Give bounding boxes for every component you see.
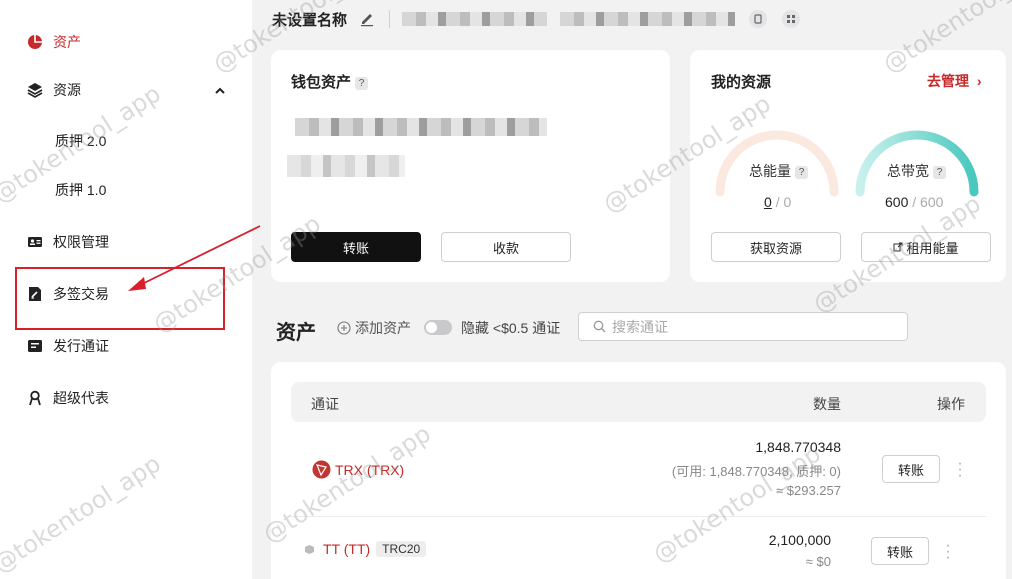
token-amount: 2,100,000 <box>768 532 831 548</box>
search-icon <box>593 320 606 333</box>
col-amount: 数量 <box>813 396 841 412</box>
more-icon[interactable]: · · · <box>957 456 963 484</box>
chevron-right-icon: › <box>976 73 982 89</box>
chevron-up-icon[interactable] <box>214 84 226 96</box>
sidebar-item-stake-2[interactable]: 质押 2.0 <box>55 131 106 151</box>
table-row-token[interactable]: TT (TT) TRC20 <box>304 541 427 557</box>
address-redacted <box>402 12 547 26</box>
annotation-arrow <box>128 225 261 291</box>
sidebar-item-issue-token[interactable]: 发行通证 <box>26 334 109 358</box>
search-input[interactable] <box>612 318 892 335</box>
token-name: TRX (TRX) <box>335 461 405 478</box>
sidebar-item-label: 权限管理 <box>53 234 109 250</box>
get-resource-button[interactable]: 获取资源 <box>711 232 841 262</box>
transfer-button[interactable]: 转账 <box>291 232 421 262</box>
edit-icon[interactable] <box>359 11 375 32</box>
wallet-name: 未设置名称 <box>272 12 348 29</box>
pie-chart-icon <box>26 34 43 51</box>
sidebar-item-label: 资源 <box>53 82 81 98</box>
layers-icon <box>26 82 43 99</box>
bandwidth-label-text: 总带宽 <box>887 163 929 179</box>
table-header: 通证 数量 操作 <box>291 382 986 422</box>
row-transfer-button[interactable]: 转账 <box>882 455 940 483</box>
balance-redacted <box>295 118 547 136</box>
plus-circle-icon <box>337 321 351 335</box>
token-search[interactable] <box>578 312 908 341</box>
energy-total: / 0 <box>775 194 792 210</box>
user-badge-icon <box>26 390 43 407</box>
bandwidth-value: 600 / 600 <box>885 194 943 210</box>
ticket-icon <box>26 338 43 355</box>
qrcode-icon[interactable] <box>782 10 800 28</box>
divider <box>389 10 390 28</box>
rent-energy-label: 租用能量 <box>906 240 959 256</box>
token-name: TT (TT) <box>323 541 371 557</box>
col-action: 操作 <box>937 396 965 412</box>
help-icon[interactable]: ? <box>355 76 369 90</box>
energy-label: 总能量? <box>749 161 808 181</box>
manage-link-label: 去管理 <box>927 73 969 89</box>
add-asset-label: 添加资产 <box>355 320 411 336</box>
token-amount-detail: (可用: 1,848.770348, 质押: 0) <box>671 464 841 479</box>
id-card-icon <box>26 234 43 251</box>
hide-small-toggle[interactable] <box>424 320 452 335</box>
address-redacted <box>560 12 735 26</box>
more-icon[interactable]: · · · <box>945 538 951 566</box>
sidebar-item-super-rep[interactable]: 超级代表 <box>26 386 109 410</box>
wallet-assets-title-text: 钱包资产 <box>291 74 352 91</box>
energy-used: 0 <box>764 194 772 210</box>
help-icon[interactable]: ? <box>795 165 808 179</box>
token-value: ≈ $293.257 <box>776 483 841 498</box>
row-transfer-button[interactable]: 转账 <box>871 537 929 565</box>
resources-title: 我的资源 <box>711 74 772 91</box>
wallet-assets-title: 钱包资产? <box>291 71 369 92</box>
header: 未设置名称 <box>252 0 1012 38</box>
rent-icon <box>893 240 903 255</box>
bandwidth-used: 600 <box>885 194 909 210</box>
energy-value: 0 / 0 <box>764 194 791 210</box>
copy-icon[interactable] <box>749 10 767 28</box>
row-divider <box>291 516 986 517</box>
assets-title: 资产 <box>276 322 316 344</box>
add-asset-button[interactable]: 添加资产 <box>337 318 411 338</box>
sidebar-item-resources[interactable]: 资源 <box>26 78 81 102</box>
help-icon[interactable]: ? <box>933 165 946 179</box>
bandwidth-gauge <box>855 130 979 197</box>
token-standard-tag: TRC20 <box>376 541 427 557</box>
token-box-icon <box>304 544 315 555</box>
trx-logo-icon <box>312 460 331 479</box>
rent-energy-button[interactable]: 租用能量 <box>861 232 991 262</box>
sidebar-item-label: 超级代表 <box>53 390 109 406</box>
token-amount: 1,848.770348 <box>755 439 841 455</box>
manage-link[interactable]: 去管理 › <box>927 71 982 91</box>
receive-button[interactable]: 收款 <box>441 232 571 262</box>
hide-small-label: 隐藏 <$0.5 通证 <box>461 320 561 336</box>
sidebar-item-label: 发行通证 <box>53 338 109 354</box>
bandwidth-total: / 600 <box>912 194 944 210</box>
col-token: 通证 <box>311 396 339 412</box>
sidebar-item-permissions[interactable]: 权限管理 <box>26 230 109 254</box>
bandwidth-label: 总带宽? <box>887 161 946 181</box>
table-row-token[interactable]: TRX (TRX) <box>312 460 404 479</box>
sidebar-item-label: 资产 <box>53 34 81 50</box>
energy-label-text: 总能量 <box>749 163 791 179</box>
token-value: ≈ $0 <box>805 554 831 569</box>
sidebar-item-assets[interactable]: 资产 <box>26 30 81 54</box>
balance-fiat-redacted <box>287 155 405 177</box>
energy-gauge <box>715 130 839 197</box>
sidebar-item-stake-1[interactable]: 质押 1.0 <box>55 180 106 200</box>
